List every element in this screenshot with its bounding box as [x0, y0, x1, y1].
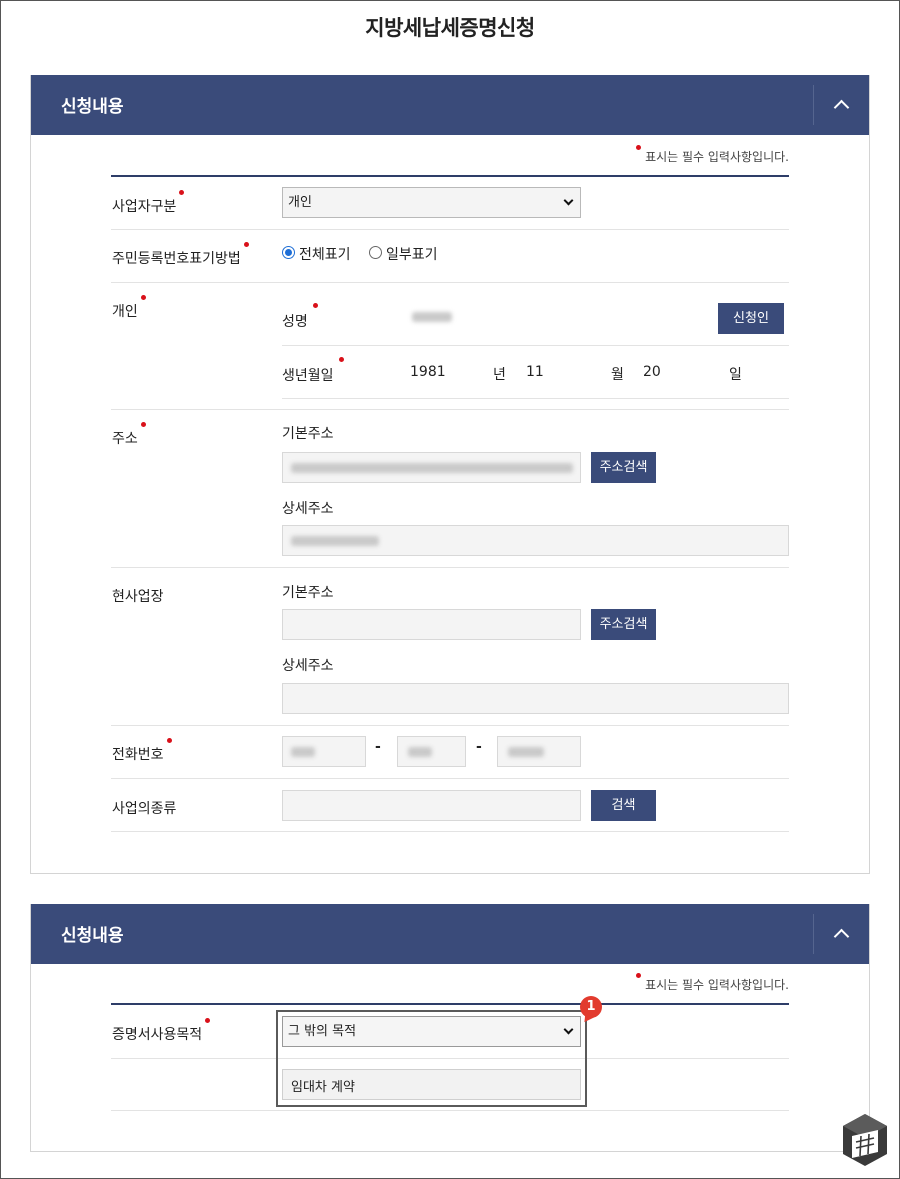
row-divider [282, 345, 789, 346]
form-top-divider [111, 1003, 789, 1005]
required-dot-icon [312, 303, 318, 308]
radio-partial-display[interactable] [369, 246, 382, 259]
birth-month: 11 [526, 364, 544, 380]
phone-area-input[interactable] [282, 736, 366, 767]
day-unit: 일 [729, 367, 742, 383]
basic-address-label: 기본주소 [282, 426, 334, 442]
page-title: 지방세납세증명신청 [365, 16, 535, 40]
radio-full-display[interactable] [282, 246, 295, 259]
birth-date-label: 생년월일 [282, 357, 344, 385]
business-kind-search-button[interactable]: 검색 [591, 790, 656, 821]
address-label: 주소 [112, 422, 146, 448]
applicant-button[interactable]: 신청인 [718, 303, 784, 334]
row-divider [111, 725, 789, 726]
required-dot-icon [636, 973, 642, 978]
panel-title: 신청내용 [61, 97, 124, 117]
collapse-button[interactable] [813, 85, 869, 125]
panel-title: 신청내용 [61, 926, 124, 946]
row-divider [111, 229, 789, 230]
phone-label: 전화번호 [112, 738, 172, 764]
phone-separator: - [476, 739, 482, 755]
row-divider [282, 398, 789, 399]
application-panel-1: 신청내용 표시는 필수 입력사항입니다. 사업자구분 개인 주민등록번호표기방법… [30, 75, 870, 874]
year-unit: 년 [493, 367, 506, 383]
radio-full-display-label[interactable]: 전체표기 [299, 244, 351, 264]
chevron-down-icon [563, 195, 574, 206]
phone-middle-input[interactable] [397, 736, 466, 767]
required-dot-icon [205, 1018, 211, 1023]
hashtag-logo-icon [843, 1114, 887, 1166]
required-dot-icon [636, 145, 642, 150]
detail-address-label: 상세주소 [282, 501, 334, 517]
collapse-button[interactable] [813, 914, 869, 954]
name-value-redacted [412, 312, 452, 322]
required-note: 표시는 필수 입력사항입니다. [636, 973, 789, 993]
site-detail-address-input[interactable] [282, 683, 789, 714]
highlight-box [276, 1010, 587, 1107]
phone-separator: - [375, 739, 381, 755]
basic-address-input[interactable] [282, 452, 581, 483]
site-basic-address-label: 기본주소 [282, 585, 334, 601]
individual-label: 개인 [112, 295, 146, 321]
purpose-label: 증명서사용목적 [112, 1018, 211, 1044]
required-dot-icon [243, 242, 249, 247]
chevron-up-icon [833, 928, 850, 945]
rrn-display-label: 주민등록번호표기방법 [112, 242, 249, 268]
business-site-label: 현사업장 [112, 589, 164, 605]
phone-last-input[interactable] [497, 736, 581, 767]
address-search-button[interactable]: 주소검색 [591, 452, 656, 483]
radio-partial-display-label[interactable]: 일부표기 [386, 244, 438, 264]
site-detail-address-label: 상세주소 [282, 658, 334, 674]
panel-header: 신청내용 [31, 75, 869, 135]
required-dot-icon [140, 295, 146, 300]
business-kind-input[interactable] [282, 790, 581, 821]
row-divider [111, 567, 789, 568]
row-divider [111, 409, 789, 410]
application-panel-2: 신청내용 표시는 필수 입력사항입니다. 증명서사용목적 그 밖의 목적 임대차… [30, 904, 870, 1152]
site-address-search-button[interactable]: 주소검색 [591, 609, 656, 640]
business-kind-label: 사업의종류 [112, 801, 177, 817]
required-dot-icon [140, 422, 146, 427]
chevron-up-icon [833, 99, 850, 116]
row-divider [111, 282, 789, 283]
form-top-divider [111, 175, 789, 177]
month-unit: 월 [611, 367, 624, 383]
site-basic-address-input[interactable] [282, 609, 581, 640]
detail-address-input[interactable] [282, 525, 789, 556]
required-dot-icon [338, 357, 344, 362]
required-note: 표시는 필수 입력사항입니다. [636, 145, 789, 165]
required-dot-icon [179, 190, 185, 195]
row-divider [111, 778, 789, 779]
annotation-badge: 1 [580, 996, 602, 1018]
name-label: 성명 [282, 303, 318, 331]
birth-year: 1981 [410, 364, 446, 380]
required-dot-icon [166, 738, 172, 743]
birth-day: 20 [643, 364, 661, 380]
panel-header: 신청내용 [31, 904, 869, 964]
row-divider [111, 831, 789, 832]
row-divider [111, 1110, 789, 1111]
business-type-select[interactable]: 개인 [282, 187, 581, 218]
business-type-label: 사업자구분 [112, 190, 185, 216]
